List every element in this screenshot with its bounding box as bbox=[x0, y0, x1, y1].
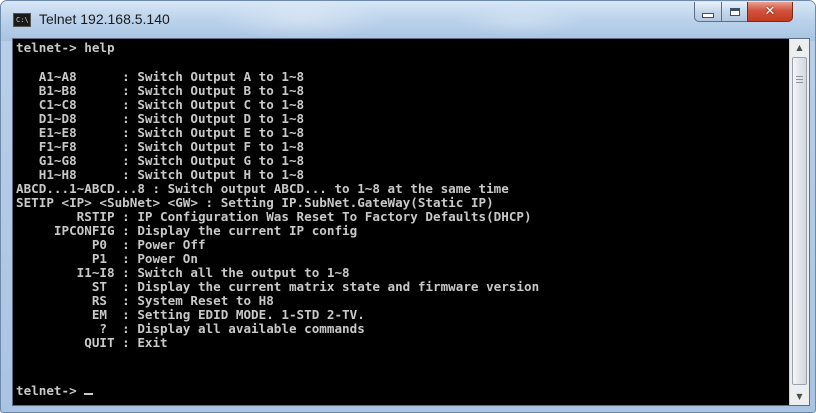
close-icon: ✕ bbox=[764, 4, 776, 19]
maximize-icon bbox=[729, 7, 740, 16]
minimize-button[interactable] bbox=[694, 2, 722, 22]
scrollbar-thumb[interactable] bbox=[792, 57, 807, 385]
telnet-window: C:\ Telnet 192.168.5.140 ✕ telnet-> help… bbox=[0, 0, 816, 413]
vertical-scrollbar[interactable]: ▲ ▼ bbox=[789, 39, 809, 405]
console-output[interactable]: telnet-> help A1~A8 : Switch Output A to… bbox=[13, 39, 789, 405]
minimize-icon bbox=[702, 12, 714, 18]
scroll-up-arrow-icon[interactable]: ▲ bbox=[790, 39, 809, 56]
console-app-icon[interactable]: C:\ bbox=[13, 13, 31, 27]
command-prompt-line[interactable]: telnet-> bbox=[16, 383, 94, 398]
text-cursor bbox=[84, 393, 94, 395]
close-button[interactable]: ✕ bbox=[747, 2, 793, 22]
console-frame: telnet-> help A1~A8 : Switch Output A to… bbox=[12, 38, 810, 406]
console-line-command: telnet-> help bbox=[16, 40, 115, 55]
command-prompt: telnet-> bbox=[16, 383, 85, 398]
window-title: Telnet 192.168.5.140 bbox=[39, 11, 170, 27]
scroll-down-arrow-icon[interactable]: ▼ bbox=[790, 388, 809, 405]
maximize-button[interactable] bbox=[721, 2, 748, 22]
console-line: QUIT : Exit bbox=[16, 335, 168, 350]
title-bar[interactable]: C:\ Telnet 192.168.5.140 ✕ bbox=[1, 1, 815, 41]
scrollbar-grip-icon bbox=[796, 76, 803, 85]
